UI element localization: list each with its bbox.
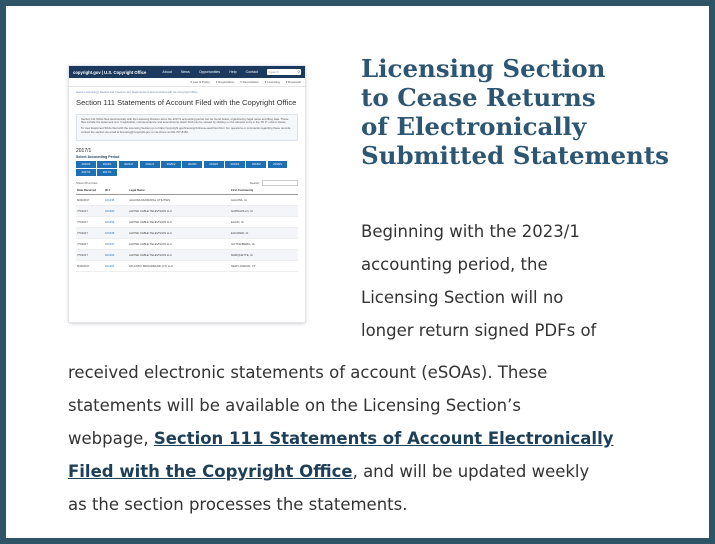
community-cell: NEW LONDON, CT: [230, 260, 298, 272]
id-link: 101463: [104, 249, 128, 261]
lead-line: accounting period, the: [361, 255, 548, 274]
legal-name-cell: ALGONA MUNICIPAL UTILITIES: [128, 194, 230, 206]
info-paragraph-2: To view Examined SOAs filed with the Lic…: [81, 126, 291, 134]
id-link: 101535: [104, 227, 128, 239]
site-search-box: Search ⚲: [267, 69, 301, 75]
headline-line: to Cease Returns: [361, 83, 596, 112]
site-search-placeholder: Search: [269, 70, 279, 74]
table-row: 8/29/2017 101451 ATLANTIC BROADBAND (CT)…: [76, 260, 298, 272]
nav-help: Help: [229, 70, 237, 74]
id-link: 101460: [104, 205, 128, 217]
breadcrumb: Home | Licensing | Section 111 | Section…: [76, 90, 198, 94]
date-cell: 8/24/2017: [76, 194, 104, 206]
page-title: Section 111 Statements of Account Filed …: [76, 98, 297, 107]
subnav-recordation: ▾ Recordation: [240, 80, 259, 84]
id-link: 101235: [104, 194, 128, 206]
legal-name-cell: ALPINE CABLE TELEVISION LLC: [128, 205, 230, 217]
period-buttons: 2022/2 2022/1 2021/2 2021/1 2020/2 2020/…: [76, 160, 296, 176]
date-cell: 7/5/2017: [76, 227, 104, 239]
date-cell: 7/5/2017: [76, 205, 104, 217]
headline-line: Licensing Section: [361, 54, 606, 83]
period-button: 2019/2: [203, 160, 224, 168]
info-paragraph-1: Section 111 SOAs filed electronically wi…: [81, 116, 289, 125]
table-search-label: Search:: [249, 181, 260, 186]
period-button: 2019/1: [225, 160, 245, 168]
period-button: 2020/1: [182, 160, 203, 168]
entries-control: Show 25 entries: [76, 181, 98, 185]
body-line: statements will be available on the Lice…: [68, 396, 521, 415]
card-frame: copyright.gov | U.S. Copyright Office Ab…: [0, 0, 715, 544]
table-row: 7/5/2017 101460 ALPINE CABLE TELEVISION …: [76, 205, 298, 217]
headline-line: Submitted Statements: [361, 141, 669, 170]
nav-contact: Contact: [245, 70, 258, 74]
date-cell: 7/5/2017: [76, 249, 104, 261]
id-link: 101456: [104, 216, 128, 228]
subnav-law-policy: ▾ Law & Policy: [190, 80, 210, 84]
date-cell: 7/5/2017: [76, 238, 104, 250]
legal-name-cell: ATLANTIC BROADBAND (CT) LLC: [128, 260, 230, 272]
headline-line: of Electronically: [361, 112, 587, 141]
period-button: 2021/2: [118, 160, 139, 168]
community-cell: GUTTENBERG, IA: [230, 238, 298, 250]
table-row: 7/5/2017 101463 ALPINE CABLE TELEVISION …: [76, 249, 298, 261]
legal-name-cell: ALPINE CABLE TELEVISION LLC: [128, 238, 230, 250]
period-button: 2017/1: [97, 169, 118, 176]
nav-opportunities: Opportunities: [198, 70, 221, 74]
period-button: 2021/1: [139, 160, 160, 168]
subnav-research: ▾ Research: [285, 80, 301, 84]
community-cell: GARNAVILLO, IA: [230, 205, 298, 217]
date-cell: 8/29/2017: [76, 260, 104, 272]
community-cell: ELKADER, IA: [230, 227, 298, 239]
info-box: Section 111 SOAs filed electronically wi…: [76, 113, 298, 141]
id-link: 101451: [104, 260, 128, 272]
link-text-part-1: Section 111 Statements of Account Electr…: [153, 429, 614, 448]
entries-label: entries: [88, 181, 98, 186]
community-cell: MARQUETTE, IA: [230, 249, 298, 261]
date-cell: 7/5/2017: [76, 216, 104, 228]
table-row: 7/5/2017 101535 ALPINE CABLE TELEVISION …: [76, 227, 298, 239]
soa-table: Date Received ID # Legal Name First Comm…: [76, 188, 298, 272]
table-search: Search:: [249, 179, 298, 187]
community-cell: ELGIN, IA: [230, 216, 298, 228]
site-subnav: ▾ Law & Policy ▾ Registration ▾ Recordat…: [69, 78, 305, 87]
select-period-label: Select Accounting Period: [76, 154, 120, 159]
year-heading: 2017/1: [76, 147, 92, 154]
body-paragraph: received electronic statements of accoun…: [68, 356, 678, 521]
lead-line: Licensing Section will no: [361, 288, 564, 307]
period-button: 2018/1: [267, 160, 288, 168]
period-button: 2020/2: [161, 160, 181, 168]
table-row: 8/24/2017 101235 ALGONA MUNICIPAL UTILIT…: [76, 194, 298, 206]
nav-about: About: [162, 70, 172, 74]
body-line: as the section processes the statements.: [68, 495, 408, 514]
search-icon: ⚲: [297, 70, 300, 74]
table-row: 7/5/2017 101537 ALPINE CABLE TELEVISION …: [76, 238, 298, 250]
period-button: 2017/2: [76, 169, 96, 176]
headline: Licensing Section to Cease Returns of El…: [361, 54, 669, 170]
link-text-part-2: Filed with the Copyright Office: [68, 462, 353, 481]
site-header: copyright.gov | U.S. Copyright Office Ab…: [69, 66, 305, 78]
id-link: 101537: [104, 238, 128, 250]
lead-line: Beginning with the 2023/1: [361, 222, 580, 241]
subnav-licensing: ▾ Licensing: [264, 80, 280, 84]
table-controls: Show 25 entries Search:: [76, 179, 298, 187]
legal-name-cell: ALPINE CABLE TELEVISION LLC: [128, 249, 230, 261]
table-search-input: [262, 179, 298, 187]
webpage-screenshot: copyright.gov | U.S. Copyright Office Ab…: [69, 66, 305, 322]
show-value: 25: [84, 181, 88, 186]
lead-line: longer return signed PDFs of: [361, 321, 597, 340]
body-line: webpage,: [68, 429, 154, 448]
nav-news: News: [180, 70, 190, 74]
table-row: 7/5/2017 101456 ALPINE CABLE TELEVISION …: [76, 216, 298, 228]
legal-name-cell: ALPINE CABLE TELEVISION LLC: [128, 216, 230, 228]
site-logo: copyright.gov | U.S. Copyright Office: [73, 69, 147, 75]
show-label: Show: [76, 181, 84, 186]
community-cell: ALGONA, IA: [230, 194, 298, 206]
body-line: , and will be updated weekly: [352, 462, 590, 481]
legal-name-cell: ALPINE CABLE TELEVISION LLC: [128, 227, 230, 239]
subnav-registration: ▾ Registration: [215, 80, 235, 84]
period-button: 2022/2: [76, 160, 96, 168]
period-button: 2022/1: [97, 160, 118, 168]
period-button: 2018/2: [246, 160, 267, 168]
body-line: received electronic statements of accoun…: [68, 363, 548, 382]
